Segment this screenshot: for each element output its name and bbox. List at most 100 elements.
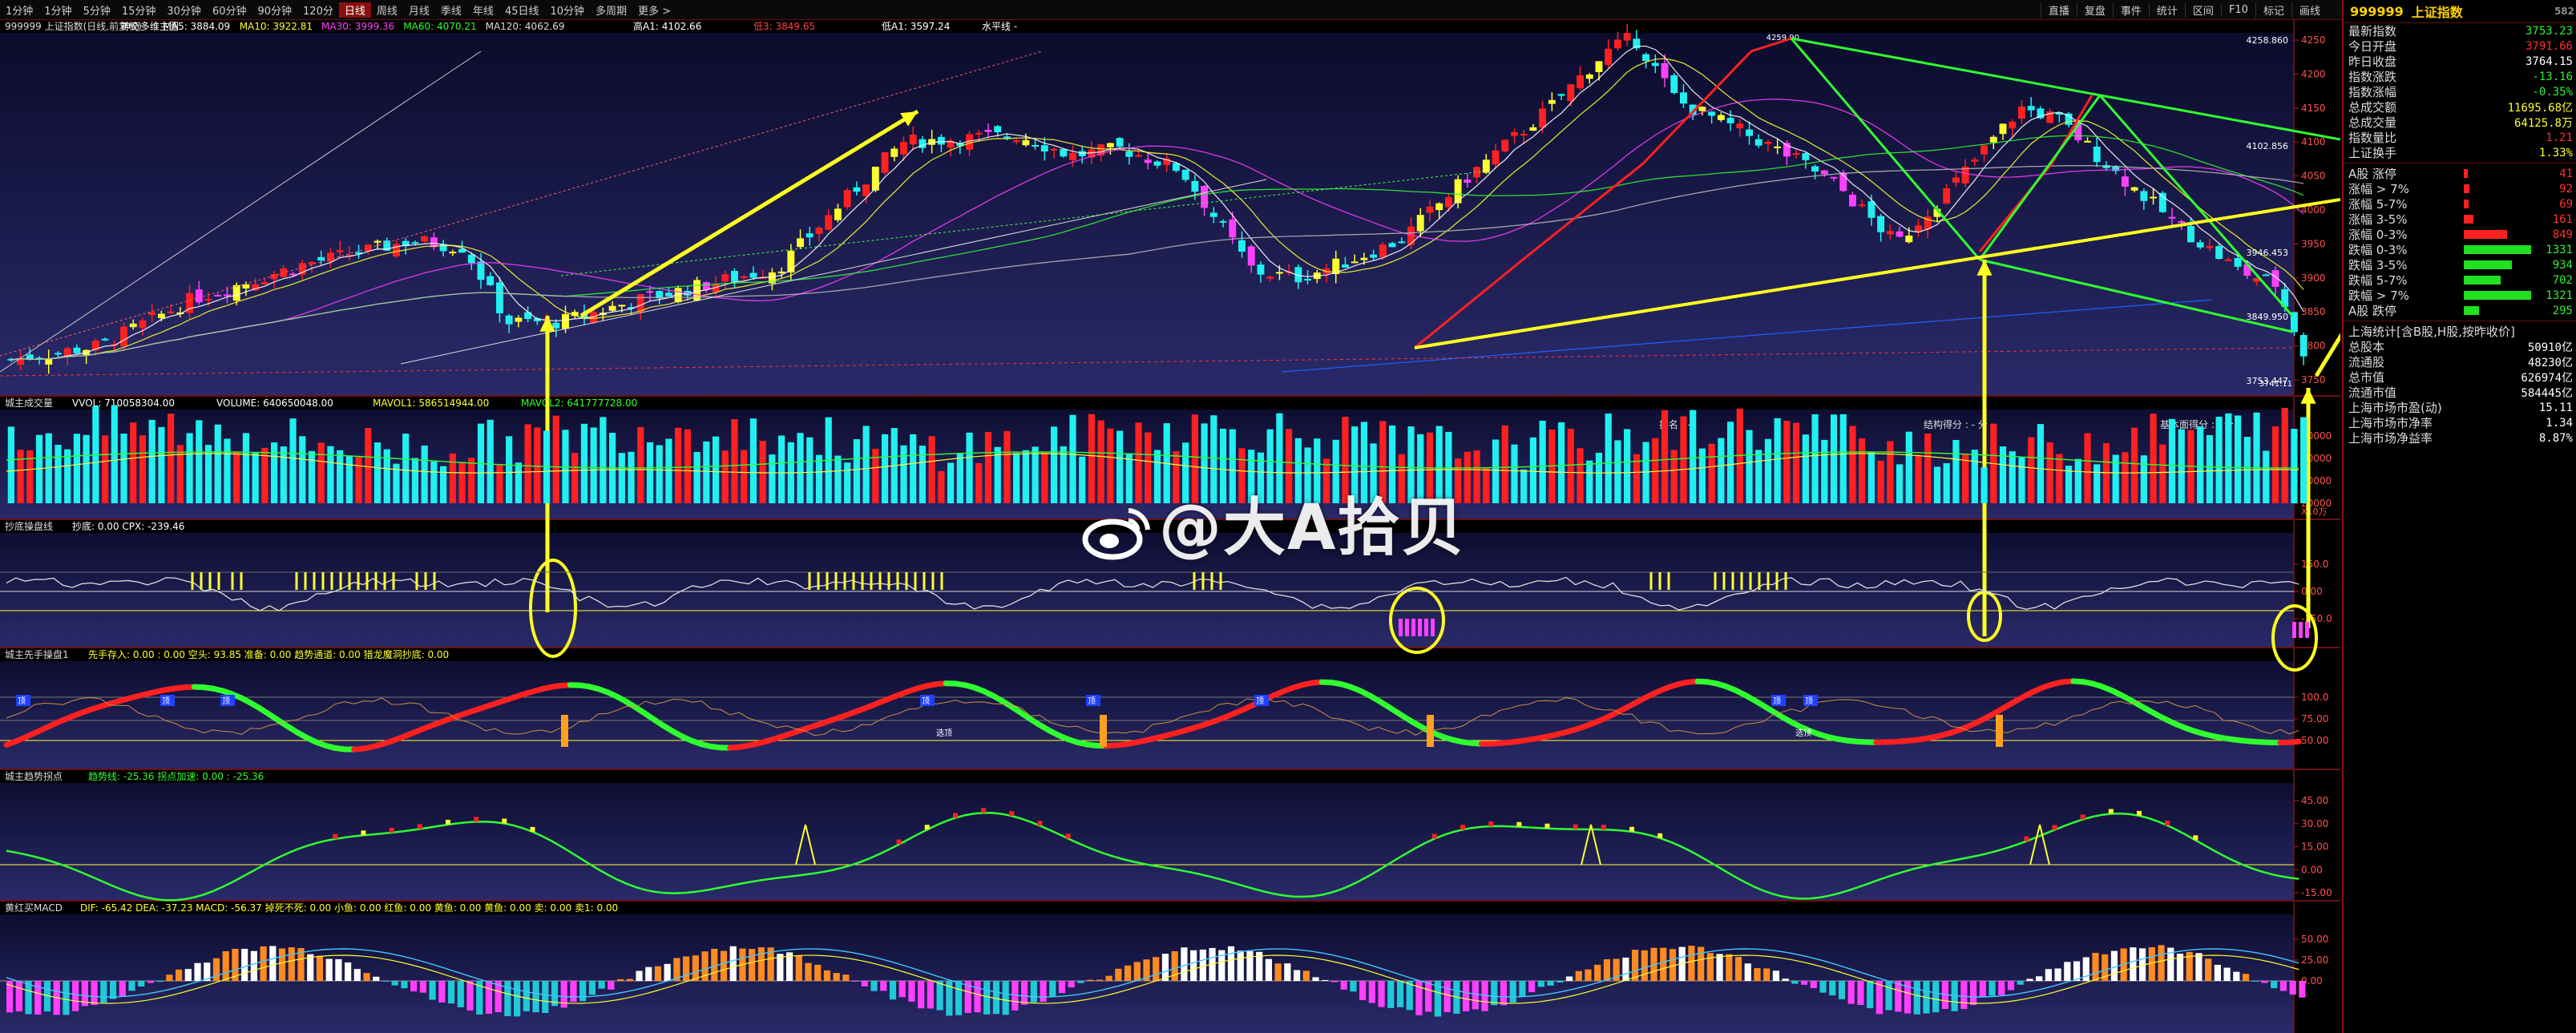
period-tab-8[interactable]: 日线 (338, 2, 371, 18)
period-tab-13[interactable]: 45日线 (499, 2, 545, 18)
volume-bar (2197, 426, 2204, 503)
macd-bar (795, 955, 802, 981)
trader-header: 先手存入: 0.00 : 0.00 空头: 93.85 准备: 0.00 趋势通… (88, 648, 449, 660)
period-tab-6[interactable]: 90分钟 (252, 2, 297, 18)
quote-label: 总成交量 (2348, 115, 2397, 130)
macd-bar (147, 981, 155, 983)
period-tab-15[interactable]: 多周期 (590, 2, 632, 18)
macd-bar (823, 970, 831, 981)
period-tab-2[interactable]: 5分钟 (78, 2, 116, 18)
macd-bar (861, 981, 868, 987)
macd-bar (523, 981, 530, 1011)
macd-bar (1575, 970, 1582, 981)
quote-value: 64125.8万 (2513, 116, 2573, 130)
candle (1849, 195, 1856, 207)
volume-bar (900, 445, 907, 503)
stats-label: 流通股 (2348, 355, 2385, 369)
macd-bar (626, 979, 633, 981)
tool-button-5[interactable]: F10 (2220, 3, 2255, 16)
price-label: 4258.860 (2247, 35, 2289, 46)
macd-bar (1641, 950, 1648, 981)
main-header-info: 低3: 3849.65 (753, 21, 815, 32)
distribution-row: 跌幅 5-7% 702 (2344, 272, 2576, 288)
volume-bar (769, 454, 776, 503)
trend-marker (530, 826, 535, 832)
volume-bar (1605, 414, 1612, 503)
volume-bar (317, 442, 325, 503)
period-tab-14[interactable]: 10分钟 (544, 2, 590, 18)
volume-bar (1943, 462, 1950, 503)
period-toolbar: 1分钟 1分钟 5分钟 15分钟 30分钟 60分钟 90分钟 120分 日线 周线 月线 季线 年线 4… (0, 0, 2576, 20)
volume-bar (2300, 417, 2307, 503)
volume-bar (55, 445, 62, 503)
period-tab-9[interactable]: 周线 (371, 2, 403, 18)
macd-bar (1565, 976, 1573, 981)
entry-bar (1996, 715, 2003, 747)
candle (421, 236, 429, 242)
macd-bar (1227, 946, 1235, 981)
period-tab-4[interactable]: 30分钟 (161, 2, 207, 18)
distribution-bar (2464, 230, 2507, 239)
candle (618, 305, 626, 307)
bottom-bar (1431, 619, 1435, 636)
period-tab-1[interactable]: 1分钟 (38, 2, 77, 18)
volume-bar (2281, 407, 2288, 503)
period-tab-10[interactable]: 月线 (403, 2, 435, 18)
volume-bar (252, 453, 259, 503)
tool-button-3[interactable]: 统计 (2148, 2, 2185, 18)
macd-bar (1199, 949, 1206, 981)
period-tab-7[interactable]: 120分 (297, 2, 339, 18)
trend-marker (1657, 833, 1663, 838)
tool-button-7[interactable]: 画线 (2291, 2, 2328, 18)
tool-button-4[interactable]: 区间 (2184, 2, 2221, 18)
candle (1774, 146, 1782, 148)
corner-number: 582 (2554, 6, 2574, 17)
volume-bar (1511, 444, 1518, 503)
tool-button-2[interactable]: 事件 (2112, 2, 2149, 18)
low-label: 3741.11 (2259, 380, 2292, 389)
volume-bar (1980, 467, 1988, 503)
period-tab-0[interactable]: 1分钟 (0, 2, 38, 18)
candle (702, 282, 710, 290)
stats-row: 总市值 626974亿 (2344, 369, 2576, 385)
volume-bar (552, 415, 559, 503)
macd-bar (1528, 981, 1536, 993)
axis-tick-label: 150.0 (2301, 559, 2328, 570)
candle (1501, 139, 1509, 151)
candle (1492, 150, 1500, 165)
macd-bar (72, 981, 79, 1011)
candle (1886, 231, 1894, 235)
period-tab-12[interactable]: 年线 (467, 2, 499, 18)
candle (477, 261, 485, 280)
macd-header: DIF: -65.42 DEA: -37.23 MACD: -56.37 掉死不… (80, 902, 618, 914)
distribution-value: 934 (2552, 258, 2573, 272)
period-tab-3[interactable]: 15分钟 (116, 2, 162, 18)
period-tab-5[interactable]: 60分钟 (207, 2, 252, 18)
tool-button-6[interactable]: 标记 (2255, 2, 2291, 18)
volume-bar (2206, 434, 2214, 503)
main-header-text: MA30: 3999.36 (321, 21, 394, 32)
stats-rows: 总股本 50910亿 流通股 48230亿 总市值 626974亿 流通市值 584445亿上… (2344, 339, 2576, 446)
macd-bar (1895, 981, 1902, 1012)
volume-bar (1783, 420, 1791, 503)
volume-bar (534, 427, 541, 503)
period-tab-11[interactable]: 季线 (435, 2, 467, 18)
candle (1529, 127, 1537, 131)
macd-bar (927, 981, 935, 1009)
macd-bar (447, 981, 455, 1004)
bottom-bar (2305, 622, 2309, 638)
distribution-label: 跌幅 5-7% (2348, 273, 2408, 288)
distribution-label: 跌幅 3-5% (2348, 258, 2408, 272)
quote-label: 上证换手 (2348, 146, 2397, 160)
trend-marker (896, 839, 902, 845)
macd-bar (156, 981, 164, 983)
macd-bar (373, 976, 380, 981)
tool-button-1[interactable]: 复盘 (2076, 2, 2113, 18)
macd-bar (1754, 968, 1761, 981)
macd-bar (1960, 981, 1968, 1010)
period-tab-16[interactable]: 更多 > (632, 2, 676, 18)
candle (1548, 99, 1556, 104)
macd-bar (542, 981, 549, 1014)
candle (224, 294, 231, 297)
tool-button-0[interactable]: 直播 (2040, 2, 2077, 18)
